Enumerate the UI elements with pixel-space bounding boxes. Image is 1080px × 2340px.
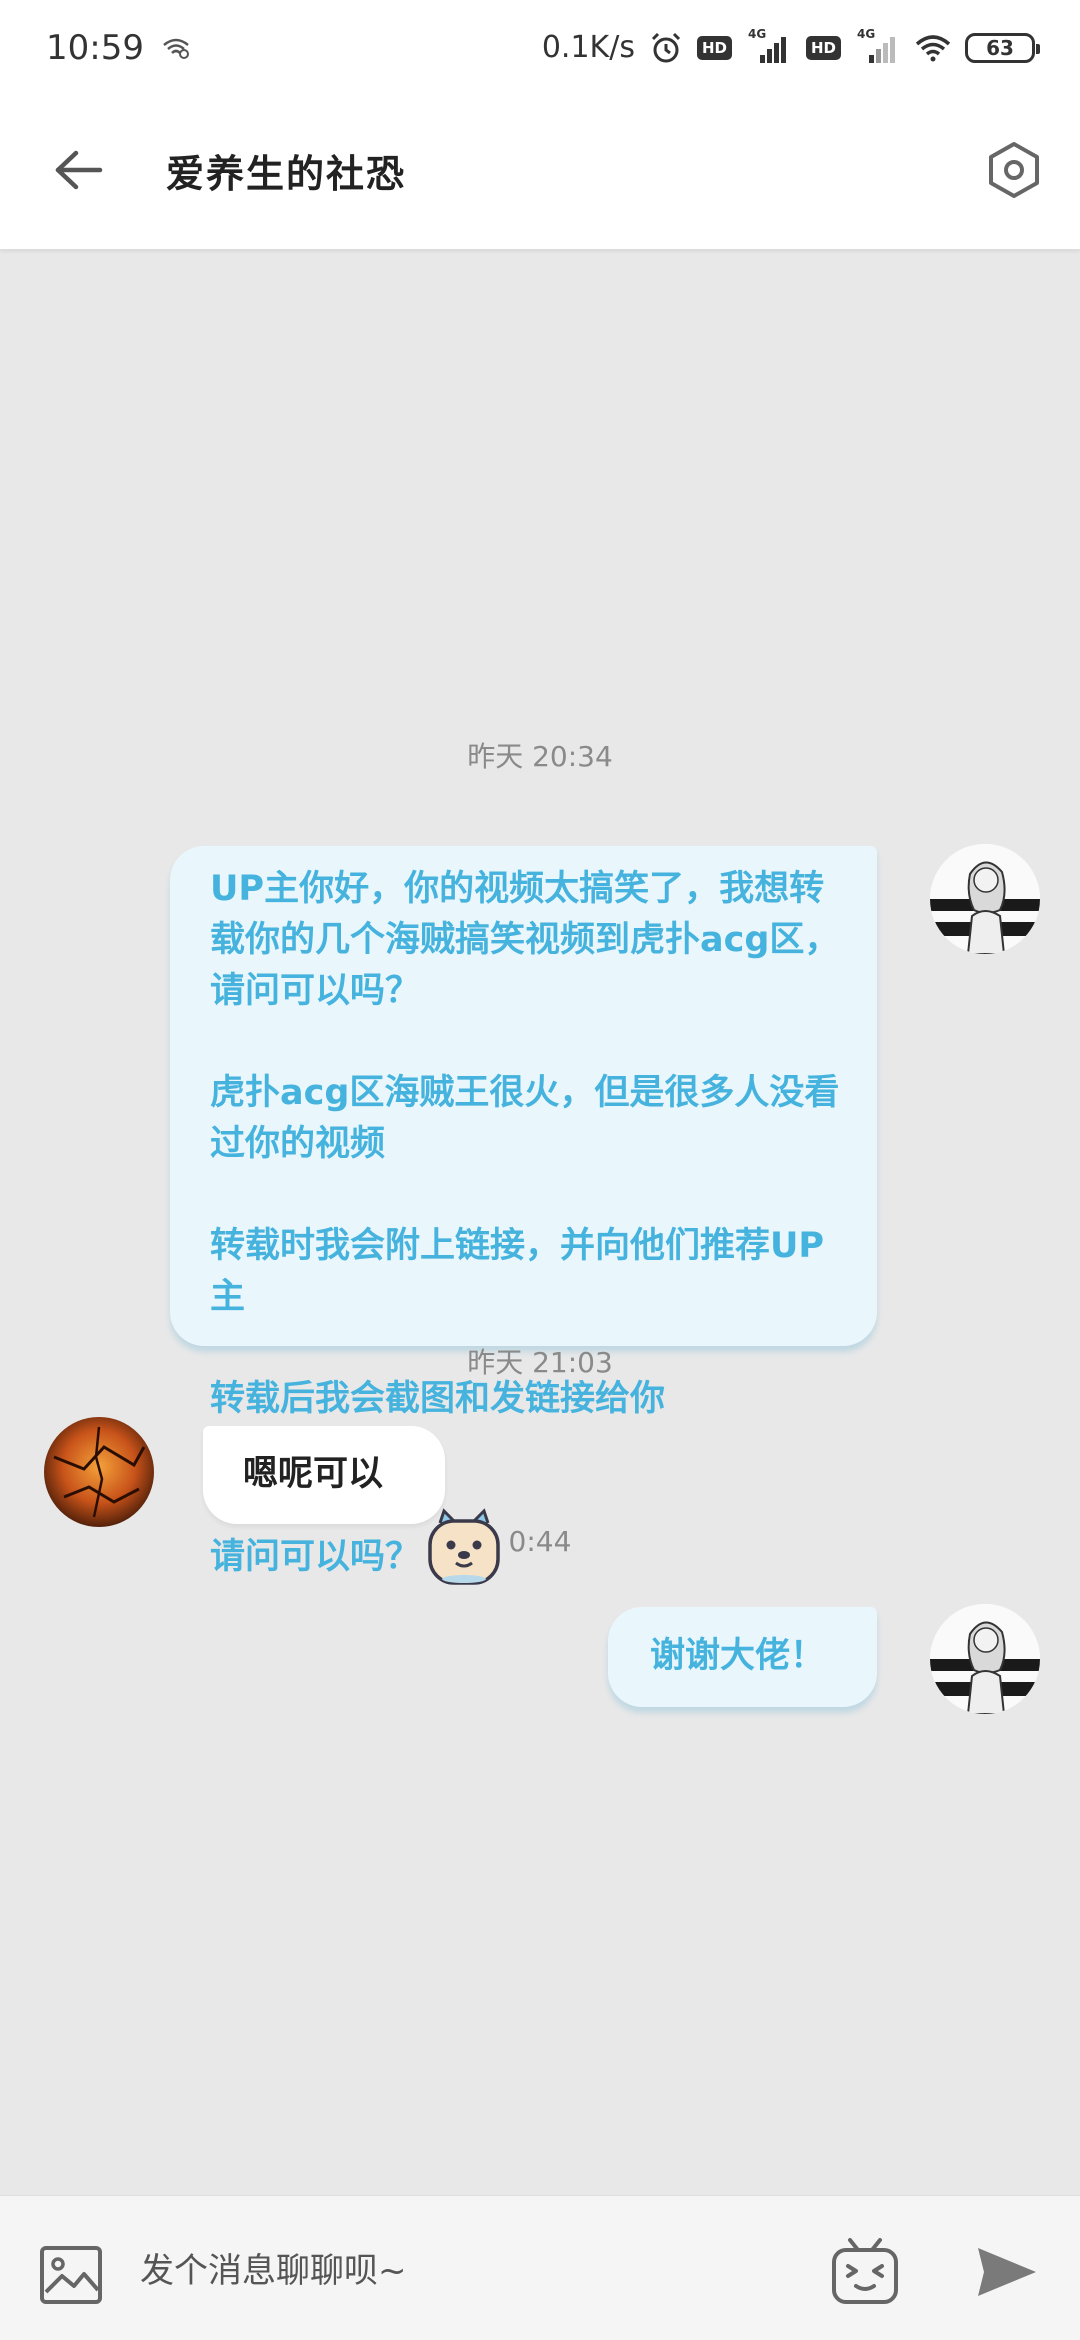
hd-badge-2: HD — [805, 35, 841, 60]
chat-area[interactable]: 昨天 20:34 UP主你好，你的视频太搞笑了，我想转载你的几个海贼搞笑视频到虎… — [0, 250, 1080, 2195]
chat-header: 爱养生的社恐 — [0, 95, 1080, 250]
settings-button[interactable] — [984, 140, 1044, 200]
image-icon — [40, 2246, 102, 2304]
image-picker-button[interactable] — [38, 2244, 104, 2306]
status-bar: 10:59 0.1K/s HD 4G HD 4G 63 — [0, 0, 1080, 95]
message-text: 嗯呢可以 — [243, 1454, 384, 1494]
tv-emoji-icon — [832, 2238, 898, 2304]
message-paragraph: 转载后我会截图和发链接给你 — [210, 1379, 666, 1419]
incoming-message-bubble[interactable]: 嗯呢可以 — [203, 1426, 445, 1524]
alarm-icon — [651, 32, 681, 62]
message-timestamp: 0:44 — [508, 1525, 572, 1558]
anime-girl-avatar-icon — [930, 844, 1040, 954]
message-timestamp: 昨天 20:34 — [467, 740, 613, 773]
wifi-icon — [915, 34, 951, 61]
message-paragraph: 转载时我会附上链接，并向他们推荐UP主 — [210, 1226, 825, 1317]
my-avatar[interactable] — [930, 1604, 1040, 1714]
wifi-sync-icon — [163, 38, 189, 59]
hexagon-settings-icon — [989, 142, 1039, 198]
message-text: 谢谢大佬！ — [650, 1636, 826, 1676]
page-title: 爱养生的社恐 — [166, 152, 407, 196]
contact-avatar[interactable] — [44, 1417, 154, 1527]
send-button[interactable] — [974, 2242, 1040, 2302]
send-arrow-icon — [978, 2248, 1036, 2296]
hd-badge: HD — [696, 35, 732, 60]
message-timestamp: 昨天 21:03 — [467, 1346, 613, 1379]
signal-4g-icon: 4G — [746, 27, 792, 65]
status-time: 10:59 — [46, 27, 144, 68]
message-paragraph: 虎扑acg区海贼王很火，但是很多人没看过你的视频 — [210, 1073, 840, 1164]
signal-4g-icon-2: 4G — [855, 27, 901, 65]
message-input[interactable] — [140, 2236, 780, 2306]
outgoing-message-bubble[interactable]: UP主你好，你的视频太搞笑了，我想转载你的几个海贼搞笑视频到虎扑acg区，请问可… — [170, 846, 877, 1585]
network-speed: 0.1K/s — [541, 30, 635, 65]
emoji-button[interactable] — [830, 2236, 900, 2306]
outgoing-message-bubble[interactable]: 谢谢大佬！ — [608, 1607, 877, 1707]
message-paragraph: UP主你好，你的视频太搞笑了，我想转载你的几个海贼搞笑视频到虎扑acg区，请问可… — [210, 869, 840, 1011]
back-button[interactable] — [48, 140, 108, 200]
message-input-bar — [0, 2195, 1080, 2340]
my-avatar[interactable] — [930, 844, 1040, 954]
battery-level: 63 — [986, 35, 1014, 60]
arrow-left-icon — [55, 150, 103, 190]
orange-texture-avatar-icon — [44, 1417, 154, 1527]
anime-girl-avatar-icon — [930, 1604, 1040, 1714]
battery-indicator: 63 — [965, 32, 1040, 63]
